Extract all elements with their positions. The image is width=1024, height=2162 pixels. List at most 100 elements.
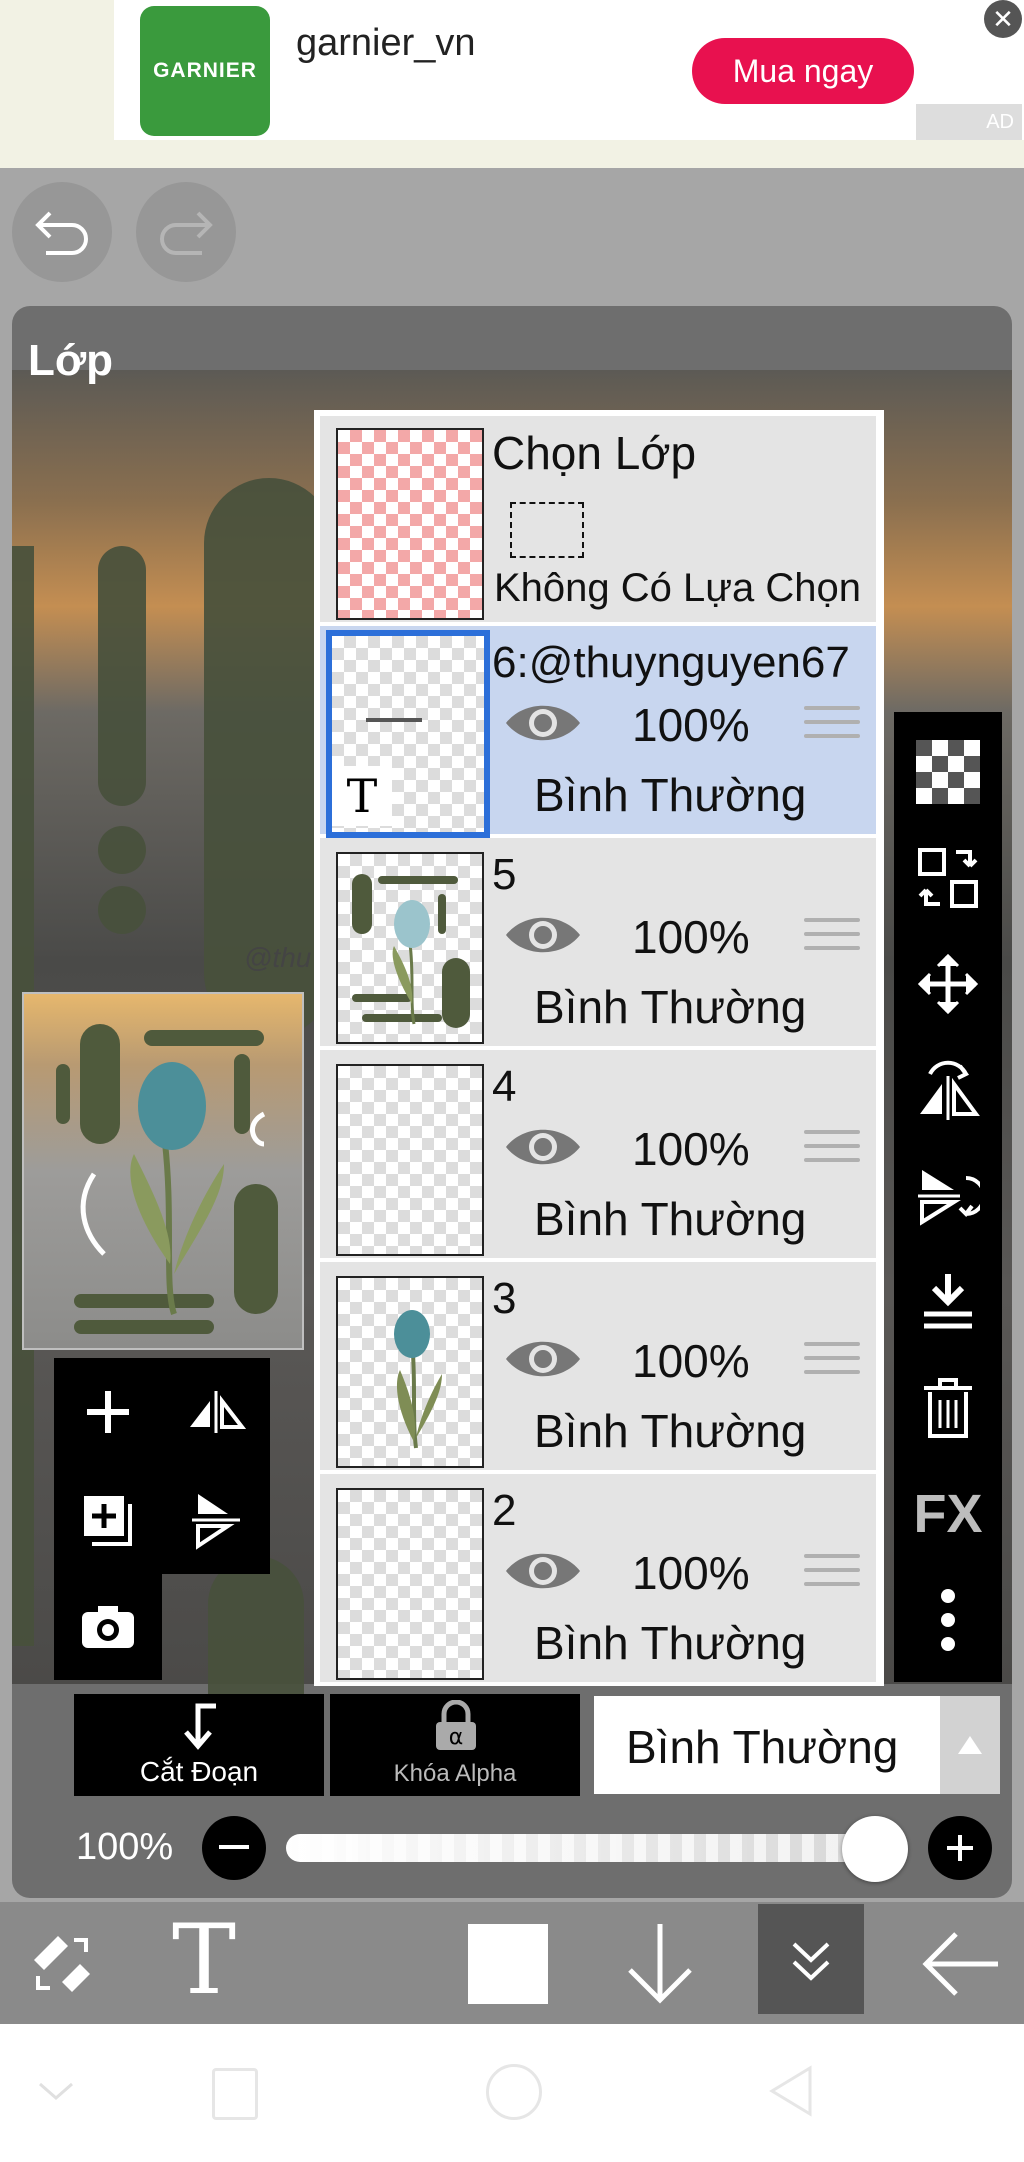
- flip-horizontal-button[interactable]: [894, 1040, 1002, 1140]
- drag-handle-icon[interactable]: [804, 1342, 860, 1382]
- canvas-watermark: @thu: [244, 942, 312, 973]
- drag-handle-icon[interactable]: [804, 918, 860, 958]
- layers-list[interactable]: Chọn Lớp Không Có Lựa Chọn T 6:@thuynguy…: [314, 410, 884, 1686]
- alpha-lock-label: Khóa Alpha: [393, 1760, 517, 1787]
- clipping-button[interactable]: Cắt Đoạn: [74, 1694, 324, 1796]
- layer-blend-mode: Bình Thường: [534, 1193, 807, 1245]
- visibility-eye-icon[interactable]: [504, 700, 582, 746]
- flip-v-layer-icon: [192, 1494, 240, 1550]
- layer-name: 5: [492, 850, 517, 899]
- color-swatch[interactable]: [468, 1924, 548, 2004]
- panel-title: Lớp: [28, 336, 114, 385]
- opacity-slider-thumb[interactable]: [842, 1816, 908, 1882]
- layer-thumbnail: T: [326, 630, 490, 838]
- layer-blend-mode: Bình Thường: [534, 1405, 807, 1457]
- layer-thumbnail: [336, 1276, 484, 1468]
- recent-apps-icon[interactable]: [212, 2068, 258, 2120]
- more-icon: [941, 1589, 955, 1651]
- system-navigation-bar: [0, 2024, 1024, 2162]
- alpha-lock-button[interactable]: α Khóa Alpha: [330, 1694, 580, 1796]
- arrow-down-button[interactable]: [620, 1920, 700, 2006]
- selection-layer-row[interactable]: Chọn Lớp Không Có Lựa Chọn: [320, 416, 876, 626]
- visibility-eye-icon[interactable]: [504, 1336, 582, 1382]
- layer-blend-mode: Bình Thường: [534, 1617, 807, 1669]
- layer-opacity: 100%: [632, 1335, 750, 1387]
- flip-layer-horizontal-button[interactable]: [162, 1358, 270, 1466]
- back-arrow-icon: [922, 1932, 998, 1996]
- add-layer-icon: [87, 1391, 129, 1433]
- layer-row-5[interactable]: 5 100% Bình Thường: [320, 838, 876, 1050]
- layer-row-4[interactable]: 4 100% Bình Thường: [320, 1050, 876, 1262]
- triangle-up-icon: [958, 1736, 982, 1754]
- more-options-button[interactable]: [894, 1570, 1002, 1670]
- redo-button[interactable]: [136, 182, 236, 282]
- merge-down-icon: [924, 1274, 972, 1329]
- camera-import-button[interactable]: [54, 1574, 162, 1680]
- flip-vertical-icon: [918, 1170, 980, 1226]
- fx-icon[interactable]: FX: [894, 1464, 1002, 1564]
- visibility-eye-icon[interactable]: [504, 912, 582, 958]
- layer-name: 2: [492, 1486, 517, 1535]
- swap-layer-button[interactable]: [894, 828, 1002, 928]
- camera-icon: [82, 1606, 134, 1648]
- home-icon[interactable]: [486, 2064, 542, 2120]
- visibility-eye-icon[interactable]: [504, 1124, 582, 1170]
- merge-down-button[interactable]: [894, 1252, 1002, 1352]
- ad-close-icon[interactable]: ✕: [984, 0, 1022, 38]
- opacity-increase-button[interactable]: [928, 1816, 992, 1880]
- flip-layer-vertical-button[interactable]: [162, 1466, 270, 1574]
- artwork-shape: [98, 886, 146, 934]
- tulip-illustration: [56, 1024, 278, 1334]
- layer-actions-grid: [54, 1358, 270, 1680]
- layer-row-6[interactable]: T 6:@thuynguyen67 100% Bình Thường: [320, 626, 876, 838]
- transform-tool-button[interactable]: [20, 1922, 104, 2006]
- layer-name: 3: [492, 1274, 517, 1323]
- layers-toggle-button[interactable]: [758, 1904, 864, 2014]
- drag-handle-icon[interactable]: [804, 1554, 860, 1594]
- double-chevron-down-icon: [792, 1942, 830, 1981]
- delete-layer-button[interactable]: [894, 1358, 1002, 1458]
- ad-brand-logo[interactable]: GARNIER: [140, 6, 270, 136]
- layer-3-tulip: [394, 1310, 442, 1449]
- transparent-fill-button[interactable]: [894, 722, 1002, 822]
- layer-row-3[interactable]: 3 100% Bình Thường: [320, 1262, 876, 1474]
- layer-thumbnail: [336, 1064, 484, 1256]
- drag-handle-icon[interactable]: [804, 706, 860, 746]
- layer-row-2[interactable]: 2 100% Bình Thường: [320, 1474, 876, 1684]
- swap-layer-icon: [918, 848, 978, 908]
- main-toolbar: T: [0, 1902, 1024, 2024]
- minus-icon: [219, 1845, 249, 1849]
- plus-icon: [947, 1835, 973, 1861]
- canvas-preview: [22, 992, 304, 1350]
- blend-mode-select[interactable]: Bình Thường: [594, 1696, 940, 1794]
- arrow-down-icon: [628, 1924, 692, 2004]
- redo-icon: [160, 211, 213, 255]
- ad-cta-button[interactable]: Mua ngay: [692, 38, 914, 104]
- svg-text:α: α: [449, 1725, 464, 1750]
- layer-opacity: 100%: [632, 911, 750, 963]
- visibility-eye-icon[interactable]: [504, 1548, 582, 1594]
- blend-mode-dropdown-button[interactable]: [940, 1696, 1000, 1794]
- undo-icon: [35, 211, 88, 255]
- back-nav-icon[interactable]: [768, 2064, 814, 2118]
- clipping-arrow-icon: [184, 1703, 216, 1750]
- artwork-shape: [98, 546, 146, 806]
- lock-icon: α: [436, 1700, 476, 1750]
- selection-layer-title: Chọn Lớp: [492, 427, 697, 479]
- opacity-decrease-button[interactable]: [202, 1816, 266, 1880]
- layer-opacity: 100%: [632, 1123, 750, 1175]
- chevron-down-icon[interactable]: [38, 2082, 74, 2102]
- opacity-slider[interactable]: [286, 1834, 884, 1862]
- drag-handle-icon[interactable]: [804, 1130, 860, 1170]
- flip-vertical-button[interactable]: [894, 1146, 1002, 1246]
- undo-button[interactable]: [12, 182, 112, 282]
- move-button[interactable]: [894, 934, 1002, 1034]
- transform-icon: [34, 1936, 90, 1992]
- selection-status: Không Có Lựa Chọn: [494, 566, 862, 610]
- layer-name: 4: [492, 1062, 517, 1111]
- move-icon: [917, 953, 979, 1015]
- duplicate-layer-button[interactable]: [54, 1466, 162, 1574]
- add-layer-button[interactable]: [54, 1358, 162, 1466]
- text-tool-icon[interactable]: T: [172, 1910, 236, 2010]
- back-button[interactable]: [918, 1922, 1004, 2006]
